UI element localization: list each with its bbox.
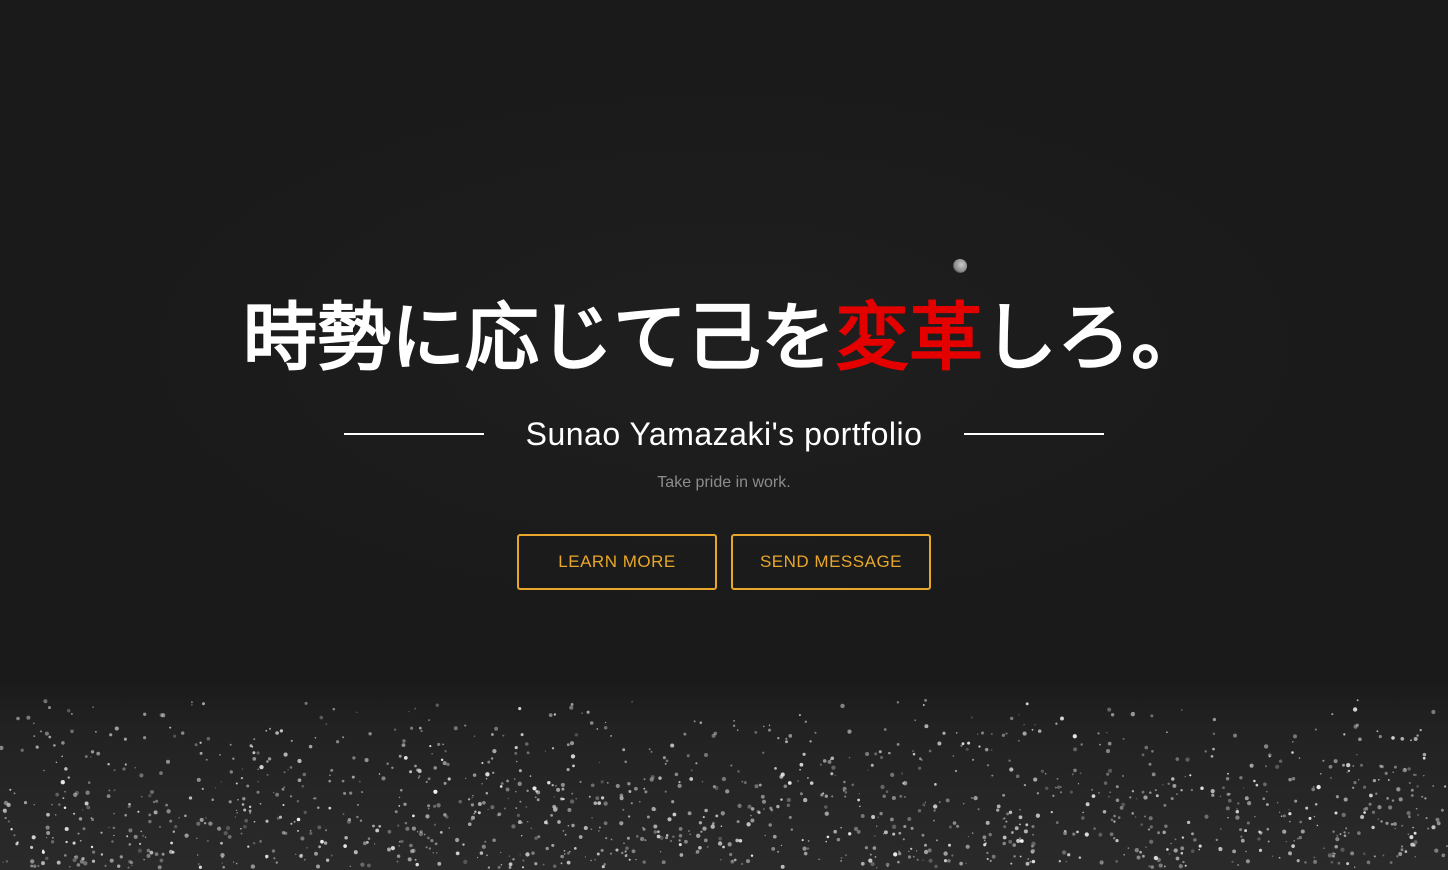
left-divider	[344, 433, 484, 435]
subtitle-row: Sunao Yamazaki's portfolio	[344, 410, 1104, 458]
headline-accent-text: 変革	[835, 295, 983, 381]
tagline: Take pride in work.	[657, 474, 791, 491]
send-message-button[interactable]: SEND MESSAGE	[731, 534, 931, 590]
hero-headline: 時勢に応じて己を変革しろ。	[0, 290, 1448, 386]
hero-section: 時勢に応じて己を変革しろ。 Sunao Yamazaki's portfolio…	[0, 0, 1448, 870]
learn-more-button[interactable]: LEARN MORE	[517, 534, 717, 590]
right-divider	[964, 433, 1104, 435]
moon-image	[953, 259, 967, 273]
city-night-image	[0, 680, 1448, 870]
portfolio-subtitle: Sunao Yamazaki's portfolio	[525, 415, 923, 452]
headline-text-start: 時勢に応じて己を	[243, 295, 835, 381]
headline-text-end: しろ。	[983, 295, 1205, 381]
